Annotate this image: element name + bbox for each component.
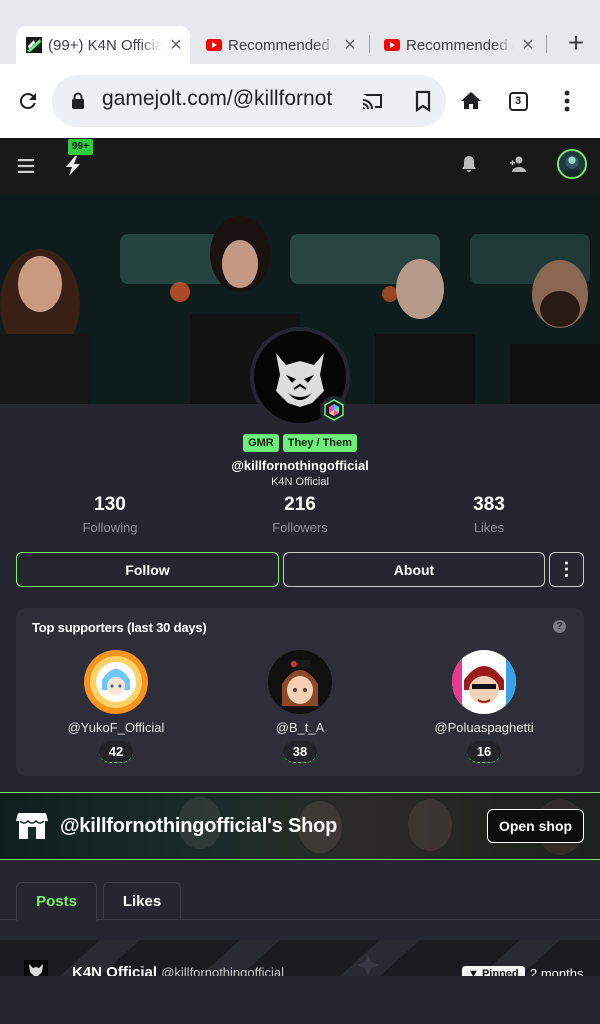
address-bar[interactable]: gamejolt.com/@killfornot — [52, 75, 446, 127]
stat-likes[interactable]: 383 Likes — [429, 494, 549, 535]
stat-value: 130 — [94, 494, 126, 515]
shop-banner: @killfornothingofficial's Shop Open shop — [0, 792, 600, 860]
shop-title: @killfornothingofficial's Shop — [60, 815, 338, 837]
supporter-count: 16 — [467, 741, 501, 763]
stat-label: Following — [82, 520, 138, 535]
browser-toolbar: gamejolt.com/@killfornot 3 — [0, 64, 600, 138]
pinned-label: Pinned — [481, 968, 519, 976]
reload-icon[interactable] — [14, 87, 42, 115]
gamejolt-favicon-icon — [26, 37, 42, 53]
youtube-favicon-icon — [384, 39, 400, 51]
tab-switcher-icon[interactable]: 3 — [505, 88, 531, 114]
tab-title: (99+) K4N Official — [48, 36, 162, 54]
supporter-item[interactable]: @B_t_A 38 — [220, 650, 380, 763]
page-bottom — [0, 976, 600, 1024]
supporter-avatar[interactable] — [84, 650, 148, 714]
follow-button[interactable]: Follow — [16, 552, 279, 587]
url-text: gamejolt.com/@killfornot — [102, 87, 333, 110]
hamburger-menu-icon[interactable] — [14, 154, 38, 178]
tab-posts[interactable]: Posts — [16, 882, 97, 921]
more-options-button[interactable]: ⋮ — [549, 552, 584, 587]
help-icon[interactable]: ? — [553, 620, 566, 633]
supporter-avatar[interactable] — [268, 650, 332, 714]
tab-close-icon[interactable]: × — [336, 34, 364, 57]
supporter-avatar[interactable] — [452, 650, 516, 714]
supporter-name: @Poluaspaghetti — [434, 720, 534, 735]
stat-value: 383 — [473, 494, 505, 515]
supporter-item[interactable]: @YukoF_Official 42 — [36, 650, 196, 763]
supporters-title: Top supporters (last 30 days) — [32, 620, 207, 635]
tag-pronouns: They / Them — [282, 434, 357, 452]
supporter-count: 42 — [99, 741, 133, 763]
tab-close-icon[interactable]: × — [514, 34, 542, 57]
post-author-handle: @killfornothingofficial — [161, 965, 284, 976]
tab-close-icon[interactable]: × — [162, 34, 190, 57]
tab-count: 3 — [508, 91, 528, 111]
stat-label: Likes — [473, 520, 505, 535]
browser-tab[interactable]: Recommended au × — [374, 26, 542, 64]
shop-icon — [16, 811, 48, 841]
post-author-name: K4N Official — [72, 964, 158, 976]
post-item[interactable]: K4N Official @killfornothingofficial ▼ P… — [0, 940, 600, 976]
supporter-count: 38 — [283, 741, 317, 763]
tab-divider — [546, 35, 547, 53]
tag-gmr: GMR — [243, 434, 279, 452]
notification-count-badge: 99+ — [68, 139, 93, 155]
friends-icon[interactable] — [507, 152, 531, 176]
open-shop-button[interactable]: Open shop — [487, 809, 584, 843]
tab-title: Recommended au — [406, 36, 514, 54]
bell-icon[interactable] — [458, 152, 480, 176]
new-tab-icon[interactable]: + — [560, 28, 592, 60]
verified-badge-icon — [320, 396, 348, 424]
supporter-name: @YukoF_Official — [67, 720, 165, 735]
gamejolt-logo-icon[interactable] — [62, 154, 84, 178]
cast-icon[interactable] — [360, 88, 386, 114]
lock-icon[interactable] — [68, 91, 88, 111]
profile-username: @killfornothingofficial — [231, 458, 369, 473]
tab-likes[interactable]: Likes — [103, 882, 181, 920]
stat-followers[interactable]: 216 Followers — [240, 494, 360, 535]
user-avatar[interactable] — [557, 149, 587, 179]
overflow-menu-icon[interactable] — [554, 88, 580, 114]
tab-title: Recommended au — [228, 36, 336, 54]
browser-tab[interactable]: Recommended au × — [196, 26, 364, 64]
post-author-avatar[interactable] — [24, 960, 48, 976]
youtube-favicon-icon — [206, 39, 222, 51]
profile-tags: GMR They / Them — [0, 434, 600, 452]
stat-value: 216 — [284, 494, 316, 515]
tab-divider — [369, 35, 370, 53]
supporter-name: @B_t_A — [275, 720, 325, 735]
about-button[interactable]: About — [283, 552, 545, 587]
post-timestamp: 2 months — [530, 966, 584, 976]
post-author: K4N Official @killfornothingofficial — [72, 964, 284, 976]
home-icon[interactable] — [458, 88, 484, 114]
stat-following[interactable]: 130 Following — [50, 494, 170, 535]
supporter-item[interactable]: @Poluaspaghetti 16 — [404, 650, 564, 763]
profile-display-name: K4N Official — [271, 476, 329, 488]
feed-tabs: Posts Likes — [0, 882, 600, 921]
page: (99+) K4N Official × Recommended au × Re… — [0, 0, 600, 1024]
stat-label: Followers — [272, 520, 328, 535]
bookmark-icon[interactable] — [410, 88, 436, 114]
pinned-badge: ▼ Pinned — [462, 966, 525, 976]
browser-tab-active[interactable]: (99+) K4N Official × — [16, 26, 190, 64]
browser-tab-strip: (99+) K4N Official × Recommended au × Re… — [0, 0, 600, 64]
pin-icon: ▼ — [468, 968, 482, 976]
top-supporters-card: Top supporters (last 30 days) ? @YukoF_O… — [16, 608, 584, 776]
